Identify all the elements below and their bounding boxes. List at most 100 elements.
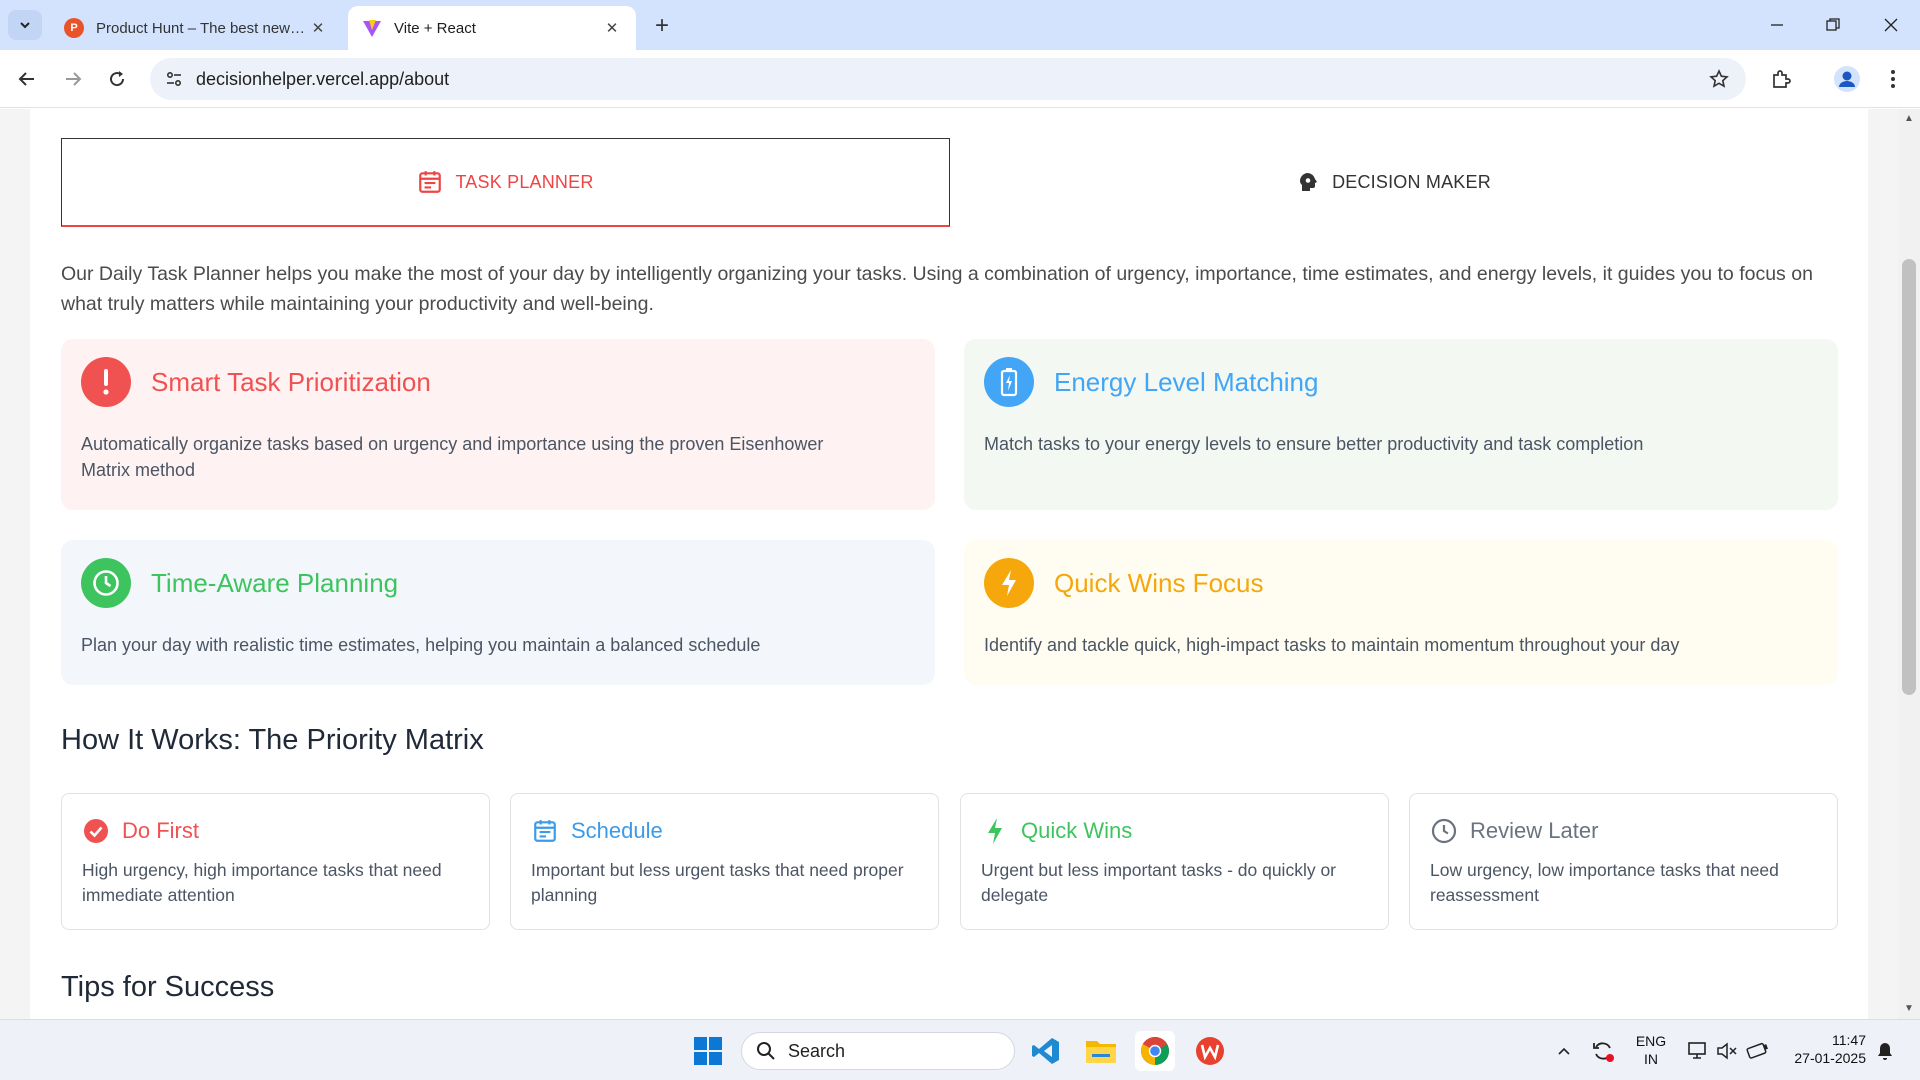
windows-start-icon[interactable] — [688, 1031, 728, 1071]
battery-tray-icon[interactable] — [1744, 1034, 1772, 1068]
forward-button[interactable] — [56, 62, 90, 96]
tab-task-planner-label: TASK PLANNER — [455, 171, 594, 192]
network-icon[interactable] — [1684, 1034, 1712, 1068]
exclamation-icon — [81, 357, 131, 407]
more-vertical-icon — [1891, 70, 1895, 88]
bolt-icon — [981, 817, 1009, 845]
extensions-button[interactable] — [1764, 62, 1798, 96]
scroll-thumb[interactable] — [1902, 259, 1916, 695]
scroll-up-icon[interactable]: ▲ — [1903, 113, 1915, 125]
feature-description: Plan your day with realistic time estima… — [81, 635, 761, 655]
page-viewport: TASK PLANNER DECISION MAKER Our Daily Ta… — [0, 109, 1920, 1019]
feature-description: Automatically organize tasks based on ur… — [81, 434, 824, 480]
close-window-button[interactable] — [1868, 8, 1914, 42]
bolt-icon — [984, 558, 1034, 608]
arrow-right-icon — [66, 72, 82, 86]
feature-title: Time-Aware Planning — [151, 567, 399, 598]
browser-toolbar: decisionhelper.vercel.app/about — [0, 50, 1920, 108]
browser-tab-vite-react[interactable]: Vite + React ✕ — [348, 6, 636, 50]
favicon-letter: P — [70, 22, 78, 34]
calendar-icon — [531, 817, 559, 845]
reload-button[interactable] — [100, 62, 134, 96]
browser-tab-product-hunt[interactable]: P Product Hunt – The best new products i… — [50, 6, 342, 50]
priority-matrix-heading: How It Works: The Priority Matrix — [61, 724, 484, 756]
minimize-button[interactable] — [1754, 8, 1800, 42]
matrix-card-title: Do First — [122, 818, 199, 843]
vite-favicon-icon — [362, 18, 382, 38]
feature-card-smart-task-prioritization: Smart Task Prioritization Automatically … — [61, 339, 935, 510]
calendar-icon — [417, 169, 443, 195]
url-text[interactable]: decisionhelper.vercel.app/about — [196, 69, 449, 90]
feature-card-energy-level-matching: Energy Level Matching Match tasks to you… — [964, 339, 1838, 510]
matrix-card-description: Low urgency, low importance tasks that n… — [1430, 860, 1779, 905]
check-circle-icon — [82, 817, 110, 845]
new-tab-button[interactable]: + — [648, 12, 676, 40]
language-code: ENG — [1635, 1033, 1667, 1049]
restore-button[interactable] — [1810, 8, 1856, 42]
clock-date-text: 27-01-2025 — [1794, 1050, 1866, 1066]
region-code: IN — [1644, 1051, 1658, 1067]
vscode-taskbar-icon[interactable] — [1026, 1031, 1066, 1071]
feature-card-quick-wins-focus: Quick Wins Focus Identify and tackle qui… — [964, 540, 1838, 685]
product-hunt-favicon-icon: P — [64, 18, 84, 38]
matrix-card-title: Schedule — [571, 818, 663, 843]
clock-date[interactable]: 11:47 27-01-2025 — [1776, 1031, 1866, 1067]
chrome-taskbar-icon[interactable] — [1135, 1031, 1175, 1071]
back-button[interactable] — [10, 62, 44, 96]
minimize-icon — [1771, 24, 1783, 26]
tips-heading: Tips for Success — [61, 971, 275, 1003]
avatar-icon — [1834, 66, 1860, 92]
show-hidden-icons-chevron-icon[interactable] — [1552, 1034, 1576, 1068]
tab-decision-maker-label: DECISION MAKER — [1332, 172, 1491, 192]
reload-icon — [110, 71, 125, 87]
feature-title: Smart Task Prioritization — [151, 366, 431, 397]
tab-title: Vite + React — [394, 19, 476, 37]
tab-decision-maker[interactable]: DECISION MAKER — [950, 138, 1837, 227]
tab-search-button[interactable] — [8, 10, 42, 40]
intro-paragraph: Our Daily Task Planner helps you make th… — [61, 263, 1813, 315]
address-bar[interactable]: decisionhelper.vercel.app/about — [150, 58, 1746, 100]
notification-bell-icon[interactable] — [1872, 1034, 1898, 1068]
scroll-down-icon[interactable]: ▼ — [1903, 1003, 1915, 1015]
arrow-left-icon — [18, 72, 34, 86]
tab-close-icon[interactable]: ✕ — [308, 18, 328, 38]
taskbar-search-box[interactable]: Search — [741, 1032, 1015, 1070]
file-explorer-taskbar-icon[interactable] — [1081, 1031, 1121, 1071]
feature-description: Identify and tackle quick, high-impact t… — [984, 635, 1680, 655]
language-indicator[interactable]: ENG IN — [1626, 1032, 1676, 1068]
browser-tab-bar: P Product Hunt – The best new products i… — [0, 0, 1920, 50]
site-info-icon[interactable] — [160, 65, 188, 93]
volume-muted-icon[interactable] — [1714, 1034, 1740, 1068]
page-scrollbar[interactable]: ▲ ▼ — [1898, 109, 1920, 1019]
tab-title: Product Hunt – The best new products in … — [96, 19, 308, 37]
brain-icon — [1296, 171, 1320, 195]
puzzle-icon — [1773, 70, 1791, 88]
battery-icon — [984, 357, 1034, 407]
clock-icon — [81, 558, 131, 608]
matrix-card-description: Important but less urgent tasks that nee… — [531, 860, 904, 905]
feature-title: Quick Wins Focus — [1054, 567, 1264, 598]
matrix-card-description: High urgency, high importance tasks that… — [82, 860, 442, 905]
sync-icon[interactable] — [1588, 1034, 1618, 1068]
tab-task-planner[interactable]: TASK PLANNER — [61, 138, 950, 227]
windows-taskbar: Search ENG IN 11:47 27-01-2025 — [0, 1019, 1920, 1080]
restore-icon — [1826, 18, 1840, 31]
clock-time: 11:47 — [1832, 1032, 1866, 1048]
profile-button[interactable] — [1830, 62, 1864, 96]
matrix-card-review-later: Review Later Low urgency, low importance… — [1409, 793, 1838, 930]
taskbar-search-label: Search — [788, 1040, 846, 1061]
feature-description: Match tasks to your energy levels to ens… — [984, 434, 1644, 454]
wps-office-taskbar-icon[interactable] — [1190, 1031, 1230, 1071]
close-icon — [1884, 18, 1898, 32]
chevron-down-icon — [20, 22, 30, 29]
clock-icon — [1430, 817, 1458, 845]
feature-title: Energy Level Matching — [1054, 366, 1319, 397]
bookmark-star-icon[interactable] — [1706, 66, 1732, 92]
matrix-card-title: Review Later — [1470, 818, 1599, 843]
matrix-card-do-first: Do First High urgency, high importance t… — [61, 793, 490, 930]
about-page: TASK PLANNER DECISION MAKER Our Daily Ta… — [30, 109, 1868, 1019]
tab-close-icon[interactable]: ✕ — [602, 18, 622, 38]
feature-card-time-aware-planning: Time-Aware Planning Plan your day with r… — [61, 540, 935, 685]
search-icon — [756, 1041, 776, 1061]
browser-menu-button[interactable] — [1876, 62, 1910, 96]
